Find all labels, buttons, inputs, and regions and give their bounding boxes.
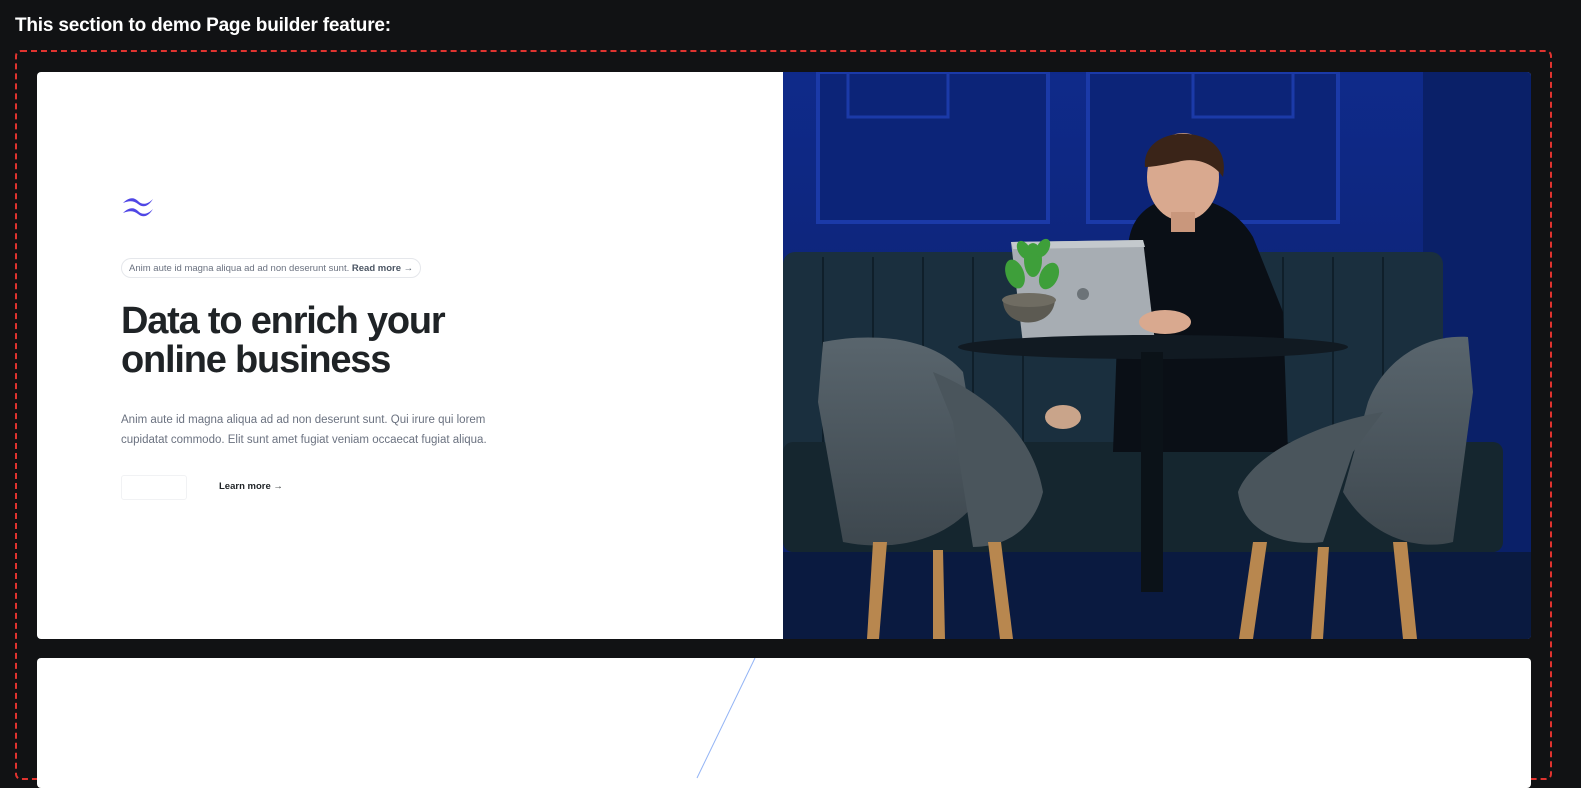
second-section[interactable] (37, 658, 1531, 788)
learn-more-link[interactable]: Learn more → (219, 481, 283, 493)
announcement-badge: Anim aute id magna aliqua ad ad non dese… (121, 258, 422, 278)
tailwind-logo-icon (123, 198, 153, 217)
section-heading: This section to demo Page builder featur… (15, 15, 391, 36)
hero-description: Anim aute id magna aliqua ad ad non dese… (121, 414, 487, 446)
hero-image (783, 72, 1531, 639)
announcement-text: Anim aute id magna aliqua ad ad non dese… (129, 263, 350, 274)
hero-title-line-1: Data to enrich your (121, 300, 446, 342)
hero-section[interactable]: Anim aute id magna aliqua ad ad non dese… (37, 72, 1531, 639)
get-started-button[interactable] (121, 475, 187, 500)
hero-title-line-2: online business (121, 339, 391, 381)
hero-title: Data to enrich your online business (121, 302, 521, 380)
decorative-line (696, 658, 756, 779)
read-more-link[interactable]: Read more → (352, 263, 413, 274)
hero-photo (783, 72, 1531, 639)
hero-content: Anim aute id magna aliqua ad ad non dese… (37, 72, 783, 639)
